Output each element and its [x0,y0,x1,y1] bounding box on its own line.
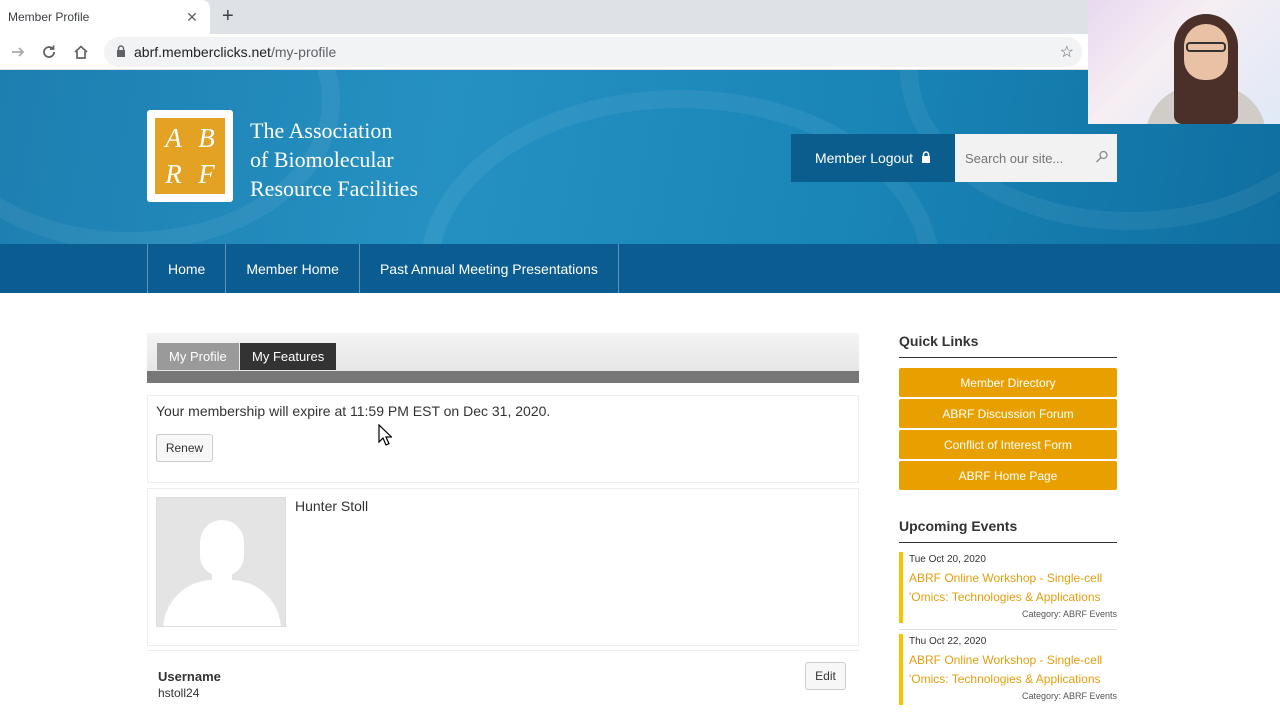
profile-panel: Hunter Stoll [147,488,859,646]
quick-link-discussion-forum[interactable]: ABRF Discussion Forum [899,399,1117,428]
lock-icon [116,44,126,60]
username-label: Username [158,669,221,684]
tab-title: Member Profile [8,10,90,24]
lock-icon [921,150,931,166]
quick-link-home-page[interactable]: ABRF Home Page [899,461,1117,490]
avatar-silhouette-body [163,580,281,626]
webcam-overlay [1088,0,1280,124]
event-item: Tue Oct 20, 2020 ABRF Online Workshop - … [899,552,1117,623]
nav-item-member-home[interactable]: Member Home [225,244,359,293]
home-icon[interactable] [71,42,91,62]
url-domain: abrf.memberclicks.net [134,44,271,60]
tab-my-profile[interactable]: My Profile [157,343,239,370]
nav-item-home[interactable]: Home [147,244,225,293]
sidebar: Quick Links Member Directory ABRF Discus… [899,333,1117,705]
quick-link-conflict-of-interest[interactable]: Conflict of Interest Form [899,430,1117,459]
member-logout-button[interactable]: Member Logout [791,134,955,182]
membership-panel: Your membership will expire at 11:59 PM … [147,395,859,483]
browser-tab[interactable]: Member Profile ✕ [0,0,210,34]
quick-links-heading: Quick Links [899,333,1117,358]
abrf-logo[interactable]: A B R F [147,110,233,202]
webcam-person-glasses [1186,42,1226,52]
renew-button[interactable]: Renew [156,434,213,462]
mouse-cursor-icon [378,423,393,451]
address-bar[interactable]: abrf.memberclicks.net/my-profile ☆ [104,37,1082,67]
search-icon[interactable] [1095,150,1109,167]
plus-icon[interactable]: + [222,6,234,26]
bookmark-star-icon[interactable]: ☆ [1060,42,1074,62]
tab-my-features[interactable]: My Features [240,343,337,370]
org-name-line: Resource Facilities [250,176,419,201]
profile-name: Hunter Stoll [295,498,369,514]
logout-label: Member Logout [814,150,914,166]
event-title-link[interactable]: ABRF Online Workshop - Single-cell 'Omic… [909,651,1117,689]
avatar-silhouette-head [200,520,244,576]
forward-arrow-icon[interactable] [8,42,28,62]
event-divider [899,629,1117,630]
search-input[interactable] [965,150,1095,166]
event-title-link[interactable]: ABRF Online Workshop - Single-cell 'Omic… [909,569,1117,607]
logo-letter: R [165,158,182,189]
organization-name: The Association of Biomolecular Resource… [250,116,418,203]
site-search [955,134,1117,182]
event-date: Thu Oct 22, 2020 [909,636,987,647]
url-path: /my-profile [270,44,337,60]
username-value: hstoll24 [158,686,200,700]
profile-tabs-bar: My Profile My Features [147,333,859,383]
close-icon[interactable]: ✕ [184,9,200,26]
url-text: abrf.memberclicks.net/my-profile [134,44,336,60]
logo-letter: F [198,158,215,189]
avatar [156,497,286,627]
org-name-line: of Biomolecular [250,147,394,172]
logo-letter: A [165,122,182,153]
quick-links-list: Member Directory ABRF Discussion Forum C… [899,368,1117,490]
event-category: Category: ABRF Events [1021,609,1117,619]
username-panel: Username hstoll24 Edit [147,650,859,720]
main-navigation: Home Member Home Past Annual Meeting Pre… [0,244,1280,293]
org-name-line: The Association [250,118,393,143]
upcoming-events-heading: Upcoming Events [899,518,1117,543]
event-date: Tue Oct 20, 2020 [909,554,986,565]
event-item: Thu Oct 22, 2020 ABRF Online Workshop - … [899,634,1117,705]
edit-button[interactable]: Edit [805,662,846,690]
membership-expiry-text: Your membership will expire at 11:59 PM … [156,403,551,419]
nav-item-past-annual-meeting-presentations[interactable]: Past Annual Meeting Presentations [358,244,619,293]
reload-icon[interactable] [39,42,59,62]
logo-mark: A B R F [155,118,225,194]
logo-letter: B [198,122,215,153]
webcam-person-face [1184,24,1228,80]
quick-link-member-directory[interactable]: Member Directory [899,368,1117,397]
event-category: Category: ABRF Events [1021,691,1117,701]
